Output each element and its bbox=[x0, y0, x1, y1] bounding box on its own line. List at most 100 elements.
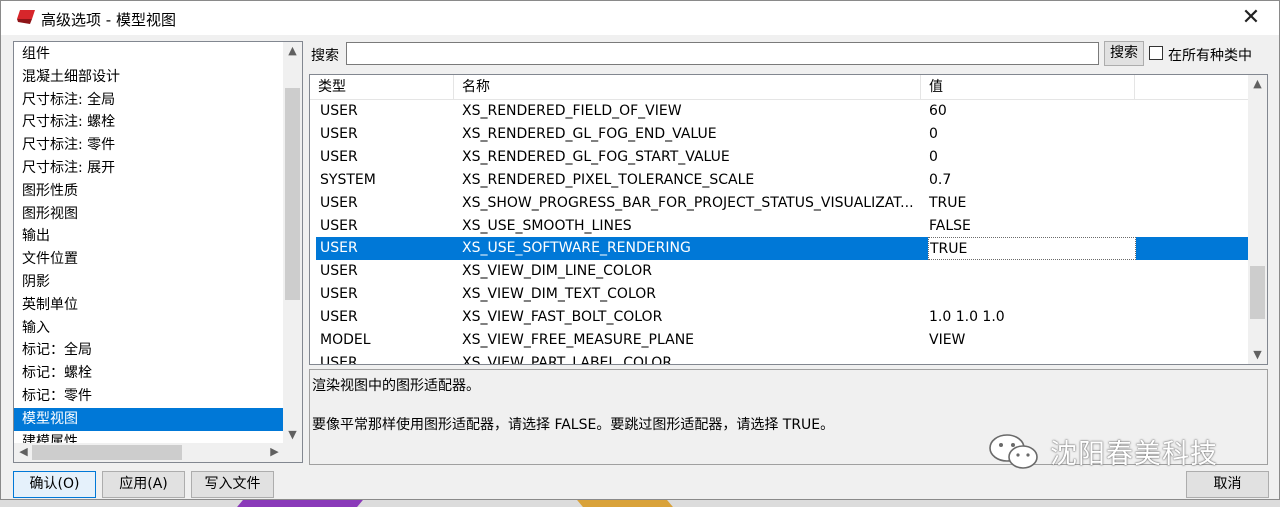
advanced-options-dialog: 高级选项 - 模型视图 ✕ 组件 混凝土细部设计 尺寸标注: 全局 尺寸标注: 螺栓尺… bbox=[0, 0, 1280, 500]
category-item[interactable]: 组件 bbox=[14, 43, 284, 66]
background-line bbox=[577, 500, 673, 507]
category-item[interactable]: 图形视图 bbox=[14, 203, 284, 226]
column-header-name[interactable]: 名称 bbox=[454, 75, 921, 100]
cell-name: XS_VIEW_DIM_LINE_COLOR bbox=[462, 263, 652, 280]
category-item[interactable]: 图形性质 bbox=[14, 180, 284, 203]
scroll-left-icon[interactable]: ◀ bbox=[14, 443, 33, 461]
cell-name: XS_RENDERED_GL_FOG_START_VALUE bbox=[462, 148, 730, 165]
table-row[interactable]: SYSTEM XS_RENDERED_PIXEL_TOLERANCE_SCALE 0… bbox=[316, 169, 1248, 192]
search-input[interactable] bbox=[346, 42, 1099, 65]
cell-type: USER bbox=[320, 103, 358, 119]
cell-type: USER bbox=[320, 148, 358, 165]
cell-name: XS_RENDERED_GL_FOG_END_VALUE bbox=[462, 125, 717, 142]
category-item[interactable]: 尺寸标注: 展开 bbox=[14, 157, 284, 180]
cell-type: USER bbox=[320, 217, 358, 234]
column-header-value[interactable]: 值 bbox=[921, 75, 1135, 100]
cell-name: XS_VIEW_PART_LABEL_COLOR bbox=[462, 354, 673, 365]
cell-name: XS_SHOW_PROGRESS_BAR_FOR_PROJECT_STATUS_… bbox=[462, 194, 914, 211]
cell-value[interactable] bbox=[928, 352, 1136, 364]
cell-name: XS_VIEW_FAST_BOLT_COLOR bbox=[462, 309, 663, 326]
scroll-up-icon[interactable]: ▲ bbox=[283, 42, 302, 60]
category-item[interactable]: 尺寸标注: 零件 bbox=[14, 134, 284, 157]
table-row[interactable]: USER XS_VIEW_DIM_TEXT_COLOR bbox=[316, 283, 1248, 306]
category-item[interactable]: 阴影 bbox=[14, 271, 284, 294]
category-item[interactable]: 标记：零件 bbox=[14, 385, 284, 408]
category-list[interactable]: 组件 混凝土细部设计 尺寸标注: 全局 尺寸标注: 螺栓 尺寸标注: 零件 尺寸标注: 展… bbox=[13, 41, 303, 463]
table-row[interactable]: USER XS_VIEW_PART_LABEL_COLOR bbox=[316, 352, 1248, 365]
scroll-thumb[interactable] bbox=[1250, 266, 1265, 319]
cell-type: MODEL bbox=[320, 332, 371, 348]
search-button[interactable]: 搜索 bbox=[1104, 41, 1144, 66]
category-item[interactable]: 混凝土细部设计 bbox=[14, 66, 284, 89]
cell-type: USER bbox=[320, 286, 358, 303]
table-row[interactable]: USER XS_RENDERED_GL_FOG_START_VALUE 0 bbox=[316, 146, 1248, 169]
scroll-right-icon[interactable]: ▶ bbox=[265, 443, 284, 461]
table-row[interactable]: USER XS_RENDERED_FIELD_OF_VIEW 60 bbox=[316, 100, 1248, 123]
description-line-2: 要像平常那样使用图形适配器，请选择 FALSE。要跳过图形适配器，请选择 TRU… bbox=[312, 417, 835, 433]
category-list-vscrollbar[interactable]: ▲ ▼ bbox=[283, 42, 302, 444]
table-row[interactable]: MODEL XS_VIEW_FREE_MEASURE_PLANE VIEW bbox=[316, 329, 1248, 352]
table-vscrollbar[interactable]: ▲ ▼ bbox=[1248, 75, 1267, 364]
app-logo-icon bbox=[17, 10, 35, 24]
cell-name: XS_RENDERED_PIXEL_TOLERANCE_SCALE bbox=[462, 171, 755, 188]
cell-value[interactable] bbox=[928, 260, 1136, 283]
settings-table: 类型 名称 值 USER XS_RENDERED_FIELD_OF_VIEW 60 U… bbox=[309, 74, 1268, 365]
cell-value[interactable]: TRUE bbox=[928, 237, 1136, 261]
description-line-1: 渲染视图中的图形适配器。 bbox=[312, 378, 480, 394]
table-row[interactable]: USER XS_VIEW_FAST_BOLT_COLOR 1.0 1.0 1.0 bbox=[316, 306, 1248, 329]
cell-value[interactable]: 0 bbox=[928, 123, 1136, 146]
cell-value[interactable]: 1.0 1.0 1.0 bbox=[928, 306, 1136, 329]
write-to-file-button[interactable]: 写入文件 bbox=[191, 471, 274, 498]
cell-type: USER bbox=[320, 309, 358, 326]
cell-type: USER bbox=[320, 240, 358, 257]
column-header-type[interactable]: 类型 bbox=[310, 75, 454, 100]
scroll-up-icon[interactable]: ▲ bbox=[1248, 75, 1267, 93]
category-item[interactable]: 英制单位 bbox=[14, 294, 284, 317]
title-bar: 高级选项 - 模型视图 ✕ bbox=[1, 1, 1279, 35]
search-label: 搜索 bbox=[311, 48, 339, 64]
table-row[interactable]: USER XS_USE_SMOOTH_LINES FALSE bbox=[316, 215, 1248, 238]
description-vscrollbar[interactable] bbox=[1248, 370, 1267, 464]
cell-value[interactable] bbox=[928, 283, 1136, 306]
table-header: 类型 名称 值 bbox=[310, 75, 1249, 100]
cell-name: XS_VIEW_FREE_MEASURE_PLANE bbox=[462, 332, 695, 348]
table-row[interactable]: USER XS_SHOW_PROGRESS_BAR_FOR_PROJECT_STA… bbox=[316, 192, 1248, 215]
category-item[interactable]: 文件位置 bbox=[14, 248, 284, 271]
cell-value[interactable]: 60 bbox=[928, 100, 1136, 123]
category-item[interactable]: 输出 bbox=[14, 225, 284, 248]
cell-name: XS_VIEW_DIM_TEXT_COLOR bbox=[462, 286, 656, 303]
scroll-down-icon[interactable]: ▼ bbox=[1248, 346, 1267, 364]
cell-name: XS_RENDERED_FIELD_OF_VIEW bbox=[462, 103, 682, 119]
category-item[interactable]: 标记：全局 bbox=[14, 339, 284, 362]
category-item[interactable]: 输入 bbox=[14, 317, 284, 340]
cell-value[interactable]: 0 bbox=[928, 146, 1136, 169]
cell-name: XS_USE_SMOOTH_LINES bbox=[462, 217, 632, 234]
category-item[interactable]: 尺寸标注: 全局 bbox=[14, 89, 284, 112]
scroll-thumb[interactable] bbox=[285, 88, 300, 300]
table-row[interactable]: USER XS_RENDERED_GL_FOG_END_VALUE 0 bbox=[316, 123, 1248, 146]
close-button[interactable]: ✕ bbox=[1237, 4, 1265, 32]
all-categories-checkbox[interactable] bbox=[1149, 46, 1163, 60]
scroll-down-icon[interactable]: ▼ bbox=[283, 426, 302, 444]
window-title: 高级选项 - 模型视图 bbox=[41, 11, 176, 29]
table-row[interactable]: USER XS_USE_SOFTWARE_RENDERING TRUE bbox=[316, 237, 1248, 261]
cell-value[interactable]: FALSE bbox=[928, 215, 1136, 238]
category-item[interactable]: 模型视图 bbox=[14, 407, 284, 431]
wechat-icon bbox=[989, 434, 1038, 469]
cell-type: USER bbox=[320, 263, 358, 280]
category-item[interactable]: 标记：螺栓 bbox=[14, 362, 284, 385]
cancel-button[interactable]: 取消 bbox=[1186, 471, 1269, 498]
all-categories-label: 在所有种类中 bbox=[1168, 48, 1252, 64]
cell-value[interactable]: TRUE bbox=[928, 192, 1136, 215]
cell-value[interactable]: 0.7 bbox=[928, 169, 1136, 192]
cell-value[interactable]: VIEW bbox=[928, 329, 1136, 352]
scroll-thumb[interactable] bbox=[32, 445, 182, 460]
background-line bbox=[237, 500, 363, 507]
category-list-hscrollbar[interactable]: ◀ ▶ bbox=[14, 443, 302, 462]
table-row[interactable]: USER XS_VIEW_DIM_LINE_COLOR bbox=[316, 260, 1248, 283]
category-item[interactable]: 尺寸标注: 螺栓 bbox=[14, 111, 284, 134]
apply-button[interactable]: 应用(A) bbox=[102, 471, 185, 498]
cell-type: USER bbox=[320, 194, 358, 211]
cell-type: USER bbox=[320, 125, 358, 142]
ok-button[interactable]: 确认(O) bbox=[13, 471, 96, 498]
